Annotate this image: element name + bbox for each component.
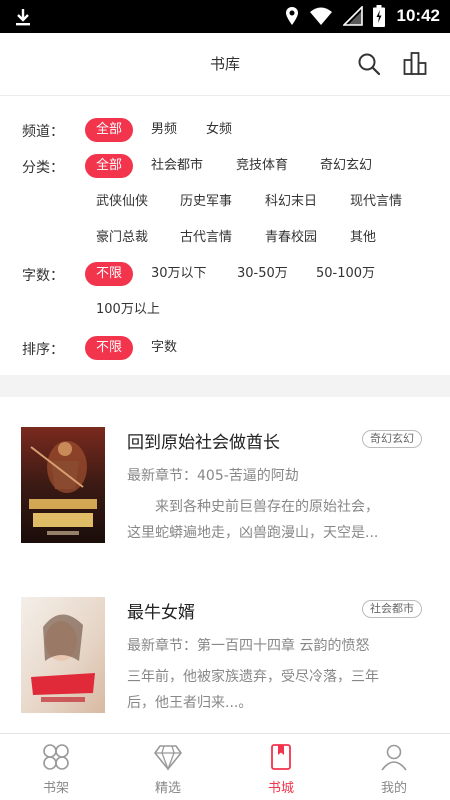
- filter-panel: 频道： 全部 男频 女频 分类： 全部 社会都市 竞技体育 奇幻玄幻 武侠仙侠 …: [0, 95, 450, 375]
- filter-category-sports[interactable]: 竞技体育: [236, 154, 288, 178]
- filter-category-wuxia[interactable]: 武侠仙侠: [96, 190, 148, 214]
- book-list-item[interactable]: 最牛女婿 社会都市 最新章节：第一百四十四章 云韵的愤怒 三年前，他被家族遗弃，…: [0, 567, 450, 727]
- filter-wordcount-300k-500k[interactable]: 30-50万: [237, 262, 288, 286]
- filter-category-label: 分类：: [22, 160, 64, 176]
- signal-icon: [342, 6, 363, 26]
- diamond-icon: [154, 745, 182, 771]
- clock: 10:42: [396, 6, 440, 25]
- ranking-icon[interactable]: [402, 51, 428, 77]
- book-description-line: 后，他王者归来...。: [127, 695, 253, 711]
- wifi-icon: [309, 7, 332, 25]
- book-description-line: 来到各种史前巨兽存在的原始社会，: [127, 499, 379, 515]
- filter-channel-label: 频道：: [22, 124, 64, 140]
- filter-wordcount-label: 字数：: [22, 268, 64, 284]
- location-icon: [285, 7, 298, 25]
- book-title[interactable]: 最牛女婿: [127, 598, 195, 623]
- filter-category-all[interactable]: 全部: [85, 154, 134, 178]
- user-icon: [381, 744, 407, 771]
- filter-channel-female[interactable]: 女频: [206, 118, 232, 142]
- tab-label: 我的: [380, 781, 407, 796]
- section-divider: [0, 375, 450, 397]
- filter-wordcount-under-300k[interactable]: 30万以下: [151, 262, 207, 286]
- filter-wordcount-over-1m[interactable]: 100万以上: [96, 298, 160, 322]
- book-cover-image[interactable]: [21, 427, 105, 543]
- tab-bookshelf[interactable]: 书架: [0, 734, 112, 800]
- filter-wordcount-any[interactable]: 不限: [85, 262, 134, 286]
- filter-sort-label: 排序：: [22, 342, 64, 358]
- filter-category-urban[interactable]: 社会都市: [151, 154, 203, 178]
- filter-category-ancient-romance[interactable]: 古代言情: [180, 226, 232, 250]
- filter-category-fantasy[interactable]: 奇幻玄幻: [320, 154, 372, 178]
- book-list-item[interactable]: 回到原始社会做酋长 奇幻玄幻 最新章节：405-苦逼的阿劫 来到各种史前巨兽存在…: [0, 397, 450, 557]
- filter-channel-male[interactable]: 男频: [151, 118, 177, 142]
- book-cover-image[interactable]: [21, 597, 105, 713]
- filter-category-modern-romance[interactable]: 现代言情: [350, 190, 402, 214]
- battery-icon: [372, 5, 385, 27]
- book-description-line: 这里蛇蟒遍地走，凶兽跑漫山，天空是...: [127, 525, 379, 541]
- filter-wordcount-500k-1m[interactable]: 50-100万: [316, 262, 375, 286]
- book-category-badge: 奇幻玄幻: [362, 430, 422, 448]
- filter-sort-wordcount[interactable]: 字数: [151, 336, 177, 360]
- filter-sort-any[interactable]: 不限: [85, 336, 134, 360]
- book-description: 来到各种史前巨兽存在的原始社会， 这里蛇蟒遍地走，凶兽跑漫山，天空是...: [127, 494, 423, 546]
- status-bar: 10:42: [0, 0, 450, 33]
- book-icon: [271, 744, 291, 770]
- book-category-badge: 社会都市: [362, 600, 422, 618]
- filter-category-other[interactable]: 其他: [350, 226, 376, 250]
- bottom-tab-bar: 书架 精选 书城 我的: [0, 733, 450, 800]
- book-description-line: 三年前，他被家族遗弃，受尽冷落，三年: [127, 669, 379, 685]
- page-title: 书库: [209, 55, 240, 73]
- tab-featured[interactable]: 精选: [112, 734, 224, 800]
- search-icon[interactable]: [356, 51, 382, 77]
- filter-category-ceo[interactable]: 豪门总裁: [96, 226, 148, 250]
- grid-petal-icon: [43, 744, 69, 770]
- book-title[interactable]: 回到原始社会做酋长: [127, 428, 280, 453]
- tab-label: 书架: [42, 781, 69, 796]
- book-latest-chapter: 最新章节：405-苦逼的阿劫: [127, 468, 299, 484]
- header-bar: 书库: [0, 33, 450, 95]
- filter-category-scifi[interactable]: 科幻末日: [265, 190, 317, 214]
- book-latest-chapter: 最新章节：第一百四十四章 云韵的愤怒: [127, 638, 370, 654]
- tab-profile[interactable]: 我的: [338, 734, 450, 800]
- filter-channel-all[interactable]: 全部: [85, 118, 134, 142]
- download-icon: [16, 9, 30, 26]
- tab-label: 精选: [154, 781, 181, 796]
- tab-bookstore[interactable]: 书城: [225, 734, 337, 800]
- filter-category-campus[interactable]: 青春校园: [265, 226, 317, 250]
- filter-category-history[interactable]: 历史军事: [180, 190, 232, 214]
- book-description: 三年前，他被家族遗弃，受尽冷落，三年 后，他王者归来...。: [127, 664, 423, 716]
- tab-label: 书城: [267, 781, 294, 796]
